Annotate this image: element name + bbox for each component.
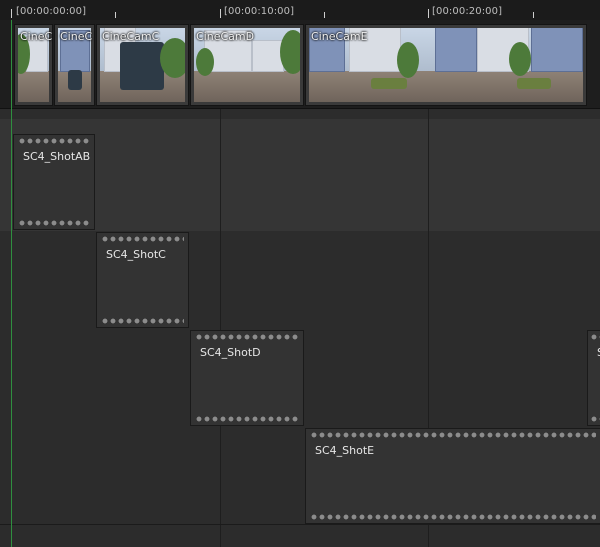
film-perforation (590, 416, 600, 422)
film-perforation (195, 416, 299, 422)
ruler-tick (115, 12, 116, 18)
ruler-tick (428, 9, 429, 18)
camera-cut-label: CineCamC (102, 30, 160, 43)
film-perforation (18, 138, 90, 144)
track-header-strip (0, 119, 600, 133)
ruler-label-0: [00:00:00:00] (16, 6, 87, 17)
camera-cut-label: CineC (60, 30, 93, 43)
shot-section-ab[interactable]: SC4_ShotAB (13, 134, 95, 230)
grid-line (220, 109, 221, 547)
film-perforation (195, 334, 299, 340)
camera-cut-cinecamd[interactable]: CineCamD (190, 24, 304, 106)
shot-name: SC4_ShotC (106, 248, 166, 261)
camera-cut-label: CineCamD (196, 30, 255, 43)
shot-section-next[interactable]: S (587, 330, 600, 426)
film-perforation (18, 220, 90, 226)
playhead[interactable] (11, 20, 12, 547)
film-perforation (310, 514, 596, 520)
ruler-label-1: [00:00:10:00] (224, 6, 295, 17)
ruler-tick (324, 12, 325, 18)
shot-section-c[interactable]: SC4_ShotC (96, 232, 189, 328)
camera-cuts-track: CineC CineC CineCamC CineCamD CineCamE (0, 20, 600, 109)
film-perforation (101, 318, 184, 324)
timeline-ruler[interactable]: [00:00:00:00] [00:00:10:00] [00:00:20:00… (0, 0, 600, 20)
film-perforation (310, 432, 596, 438)
film-perforation (101, 236, 184, 242)
ruler-tick (11, 9, 12, 18)
camera-cut-label: CineC (20, 30, 53, 43)
shot-name: SC4_ShotE (315, 444, 375, 457)
film-perforation (590, 334, 600, 340)
camera-cut-cinec-1[interactable]: CineC (14, 24, 53, 106)
track-divider (0, 524, 600, 525)
ruler-tick (533, 12, 534, 18)
shot-name: SC4_ShotAB (23, 150, 91, 163)
shot-section-d[interactable]: SC4_ShotD (190, 330, 304, 426)
camera-cut-cinec-2[interactable]: CineC (54, 24, 95, 106)
camera-cut-label: CineCamE (311, 30, 368, 43)
shot-section-e[interactable]: SC4_ShotE (305, 428, 600, 524)
shot-name: SC4_ShotD (200, 346, 261, 359)
camera-cut-cinecame[interactable]: CineCamE (305, 24, 587, 106)
ruler-label-2: [00:00:20:00] (432, 6, 503, 17)
camera-cut-cinecamc[interactable]: CineCamC (96, 24, 189, 106)
ruler-tick (220, 9, 221, 18)
